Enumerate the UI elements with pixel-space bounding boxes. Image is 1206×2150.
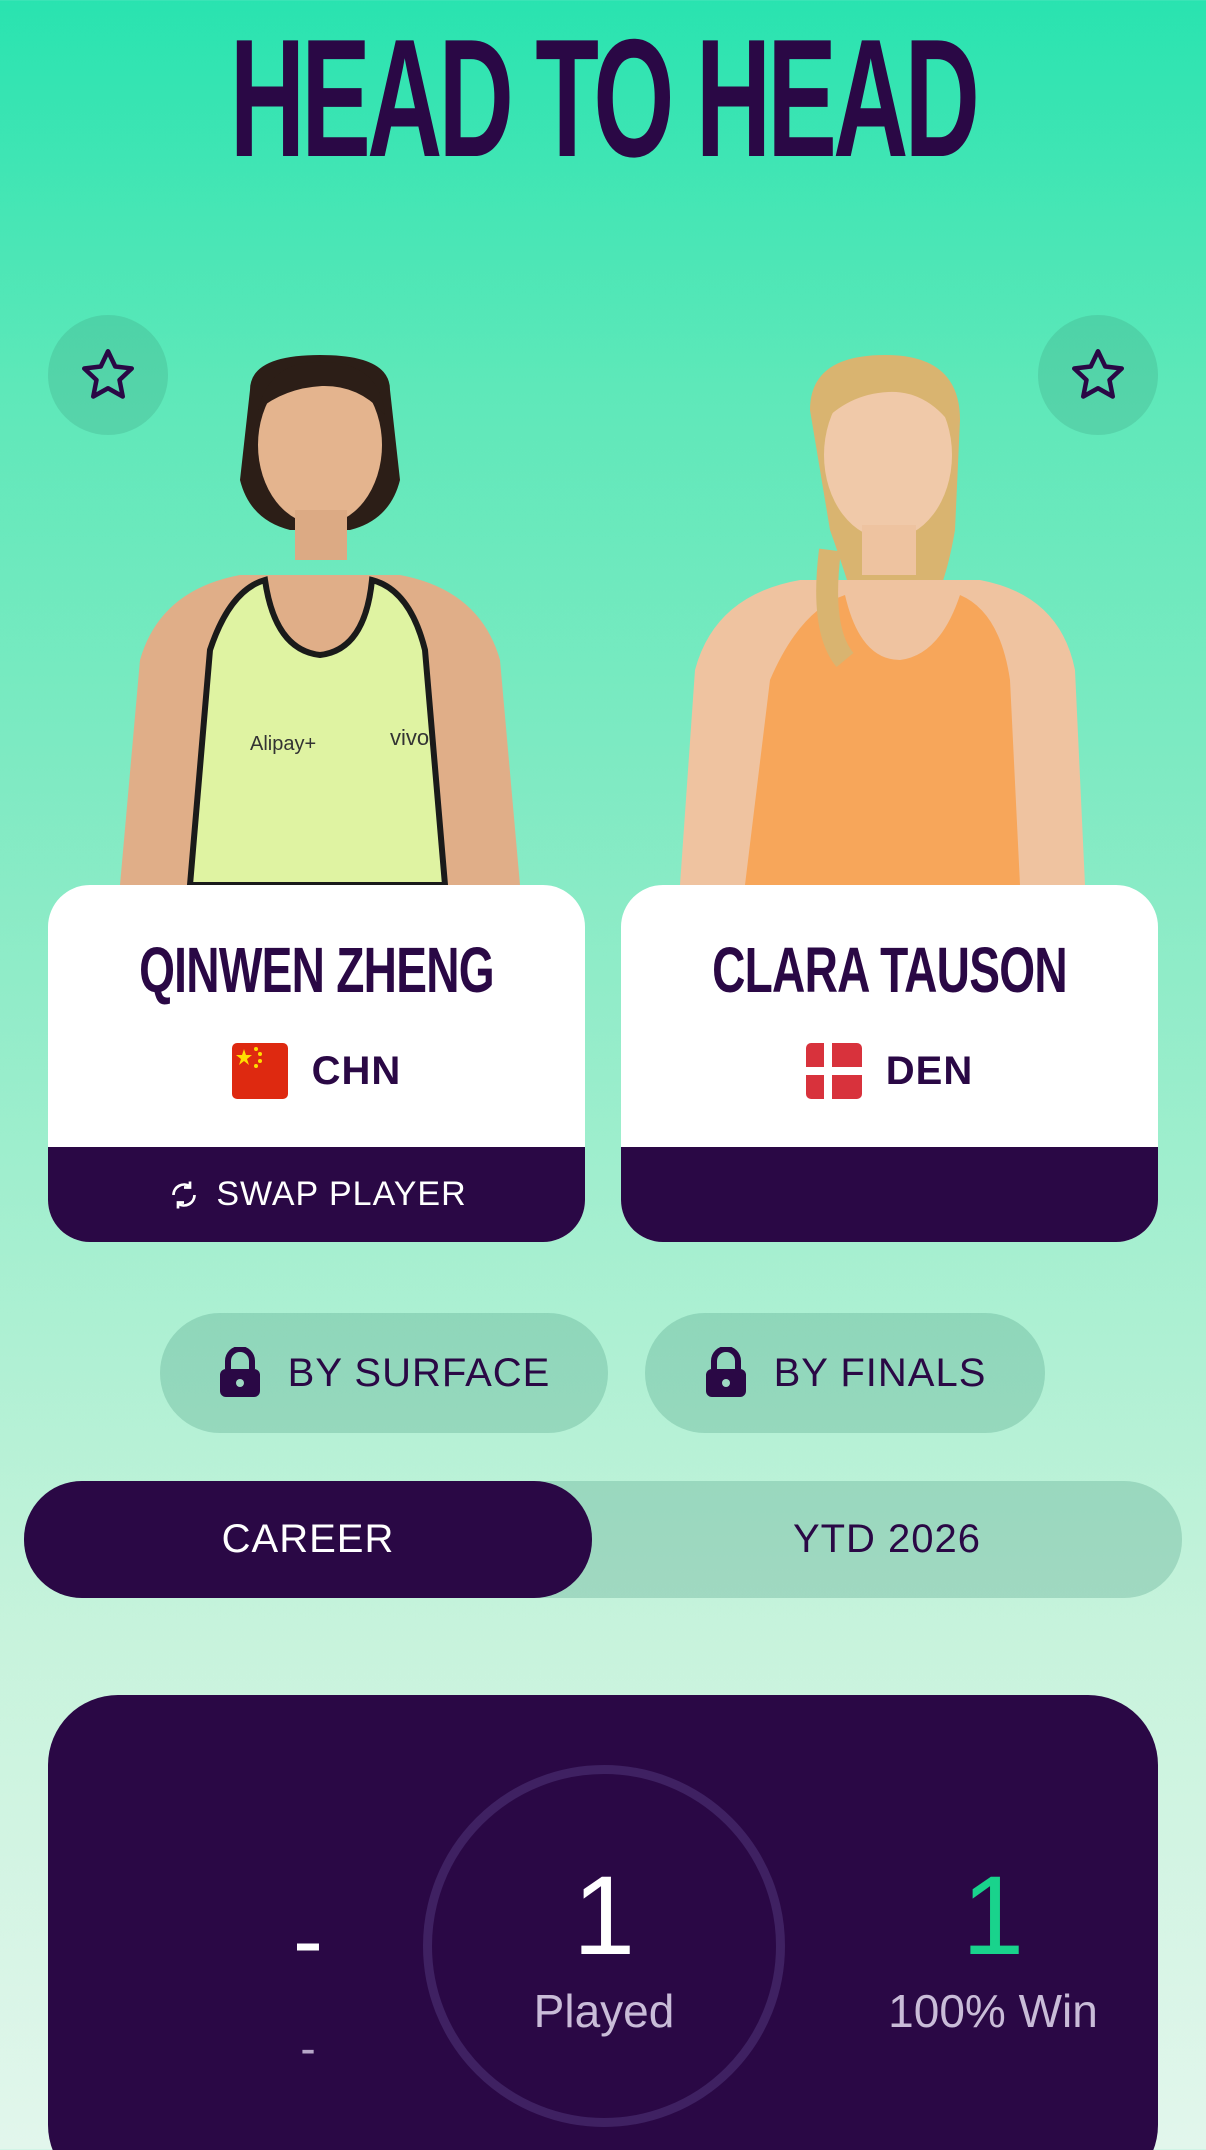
player1-country-code: CHN <box>311 1048 402 1093</box>
by-finals-button[interactable]: BY FINALS <box>645 1313 1045 1433</box>
by-surface-label: BY SURFACE <box>287 1350 551 1395</box>
player1-wins-label: - <box>300 2022 316 2074</box>
player2-photo <box>680 355 1085 885</box>
tab-ytd[interactable]: YTD 2026 <box>592 1481 1182 1598</box>
swap-player-label: SWAP PLAYER <box>216 1175 467 1213</box>
player2-wins-stat: 1 100% Win <box>818 1860 1168 2038</box>
player1-country: CHN <box>48 1043 585 1099</box>
player2-name: CLARA TAUSON <box>712 934 1068 1006</box>
denmark-flag-icon <box>805 1043 862 1099</box>
player1-card[interactable]: QINWEN ZHENG CHN SWAP PLAYER <box>48 885 585 1242</box>
by-surface-button[interactable]: BY SURFACE <box>160 1313 608 1433</box>
tab-career[interactable]: CAREER <box>24 1481 592 1598</box>
svg-text:vivo: vivo <box>390 725 429 750</box>
played-stat: 1 Played <box>423 1860 785 2038</box>
swap-player2-button[interactable] <box>621 1147 1158 1242</box>
played-value: 1 <box>572 1853 636 1978</box>
page-title: HEAD TO HEAD <box>229 4 980 192</box>
player1-photo: Alipay+ vivo <box>120 355 520 885</box>
player2-country: DEN <box>621 1043 1158 1099</box>
svg-text:Alipay+: Alipay+ <box>250 733 316 755</box>
player2-wins-label: 100% Win <box>888 1985 1098 2037</box>
player2-country-code: DEN <box>885 1048 974 1093</box>
player1-wins-stat: - - <box>188 1885 428 2075</box>
player2-card[interactable]: CLARA TAUSON DEN <box>621 885 1158 1242</box>
player1-wins-value: - <box>293 1891 323 1991</box>
period-toggle: CAREER YTD 2026 <box>24 1481 1182 1598</box>
lock-icon <box>219 1347 260 1397</box>
swap-player-button[interactable]: SWAP PLAYER <box>48 1147 585 1242</box>
player1-name: QINWEN ZHENG <box>139 934 495 1006</box>
lock-icon <box>705 1347 746 1397</box>
by-finals-label: BY FINALS <box>773 1350 987 1395</box>
h2h-stats-panel: - - 1 Played 1 100% Win <box>48 1695 1158 2150</box>
swap-icon <box>172 1181 197 1208</box>
played-label: Played <box>533 1985 675 2037</box>
player2-wins-value: 1 <box>961 1853 1025 1978</box>
china-flag-icon <box>231 1043 288 1099</box>
